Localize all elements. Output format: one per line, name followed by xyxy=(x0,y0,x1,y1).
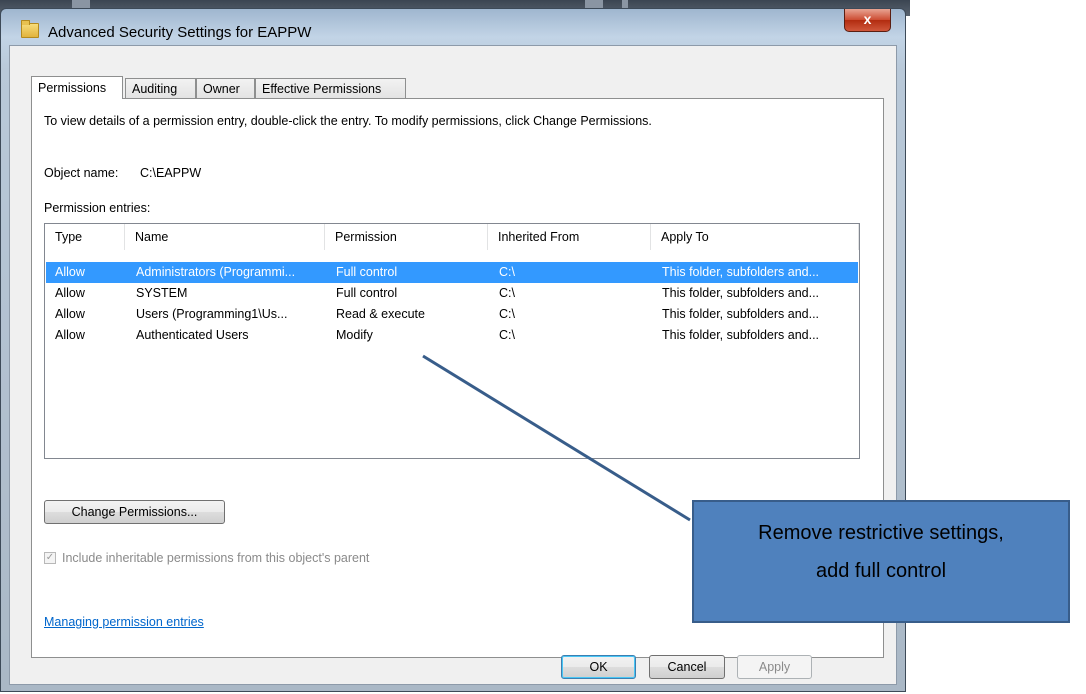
table-row[interactable]: Allow Users (Programming1\Us... Read & e… xyxy=(46,304,858,325)
column-header-name[interactable]: Name xyxy=(125,224,325,250)
column-header-apply-to[interactable]: Apply To xyxy=(651,224,859,250)
column-label: Permission xyxy=(335,230,397,244)
tab-owner[interactable]: Owner xyxy=(196,78,255,98)
annotation-callout: Remove restrictive settings, add full co… xyxy=(692,500,1070,623)
close-icon: x xyxy=(863,11,872,27)
cell-inherited-from: C:\ xyxy=(499,328,515,342)
column-label: Name xyxy=(135,230,169,244)
cancel-button[interactable]: Cancel xyxy=(649,655,725,679)
managing-permission-entries-link[interactable]: Managing permission entries xyxy=(44,615,204,629)
title-bar[interactable]: Advanced Security Settings for EAPPW x xyxy=(1,9,905,45)
cell-apply-to: This folder, subfolders and... xyxy=(662,286,820,300)
column-header-type[interactable]: Type xyxy=(45,224,125,250)
ok-button[interactable]: OK xyxy=(561,655,636,679)
inherit-permissions-checkbox[interactable]: ✓ xyxy=(44,552,56,564)
change-permissions-button[interactable]: Change Permissions... xyxy=(44,500,225,524)
folder-icon xyxy=(21,20,39,38)
apply-button[interactable]: Apply xyxy=(737,655,812,679)
cell-name: Users (Programming1\Us... xyxy=(136,307,288,321)
column-label: Apply To xyxy=(661,230,709,244)
cell-apply-to: This folder, subfolders and... xyxy=(662,265,820,279)
cell-inherited-from: C:\ xyxy=(499,307,515,321)
object-name-value: C:\EAPPW xyxy=(140,166,202,180)
column-label: Type xyxy=(55,230,83,244)
cell-name: SYSTEM xyxy=(136,286,188,300)
checkmark-icon: ✓ xyxy=(45,552,55,563)
table-row[interactable]: Allow Authenticated Users Modify C:\ Thi… xyxy=(46,325,858,346)
permission-entries-list[interactable]: Type Name Permission Inherited From Appl… xyxy=(44,223,860,459)
cell-permission: Read & execute xyxy=(336,307,425,321)
column-header-inherited-from[interactable]: Inherited From xyxy=(488,224,651,250)
window-title: Advanced Security Settings for EAPPW xyxy=(48,24,312,41)
annotation-line-1: Remove restrictive settings, xyxy=(758,522,1004,544)
cell-apply-to: This folder, subfolders and... xyxy=(662,307,820,321)
close-button[interactable]: x xyxy=(844,9,891,32)
cell-inherited-from: C:\ xyxy=(499,286,515,300)
cell-inherited-from: C:\ xyxy=(499,265,515,279)
cell-permission: Modify xyxy=(336,328,373,342)
permission-entries-label: Permission entries: xyxy=(44,201,151,215)
cell-type: Allow xyxy=(55,328,85,342)
tab-permissions[interactable]: Permissions xyxy=(31,76,123,99)
cell-permission: Full control xyxy=(336,286,398,300)
tab-label: Owner xyxy=(203,82,240,96)
column-label: Inherited From xyxy=(498,230,580,244)
instructions-text: To view details of a permission entry, d… xyxy=(44,114,652,128)
annotation-line-2: add full control xyxy=(815,560,947,582)
cell-type: Allow xyxy=(55,307,85,321)
cell-type: Allow xyxy=(55,286,85,300)
cell-permission: Full control xyxy=(336,265,398,279)
object-name-label: Object name: xyxy=(44,166,119,180)
cell-name: Authenticated Users xyxy=(136,328,249,342)
tab-label: Auditing xyxy=(132,82,178,96)
tab-label: Effective Permissions xyxy=(262,82,382,96)
cell-type: Allow xyxy=(55,265,85,279)
cell-apply-to: This folder, subfolders and... xyxy=(662,328,820,342)
inherit-permissions-label: Include inheritable permissions from thi… xyxy=(62,551,370,565)
tab-auditing[interactable]: Auditing xyxy=(125,78,196,98)
tab-label: Permissions xyxy=(38,81,107,95)
table-row[interactable]: Allow SYSTEM Full control C:\ This folde… xyxy=(46,283,858,304)
table-row[interactable]: Allow Administrators (Programmi... Full … xyxy=(46,262,858,283)
column-header-permission[interactable]: Permission xyxy=(325,224,488,250)
cell-name: Administrators (Programmi... xyxy=(136,265,296,279)
list-header: Type Name Permission Inherited From Appl… xyxy=(45,224,859,250)
tab-effective-permissions[interactable]: Effective Permissions xyxy=(255,78,406,98)
